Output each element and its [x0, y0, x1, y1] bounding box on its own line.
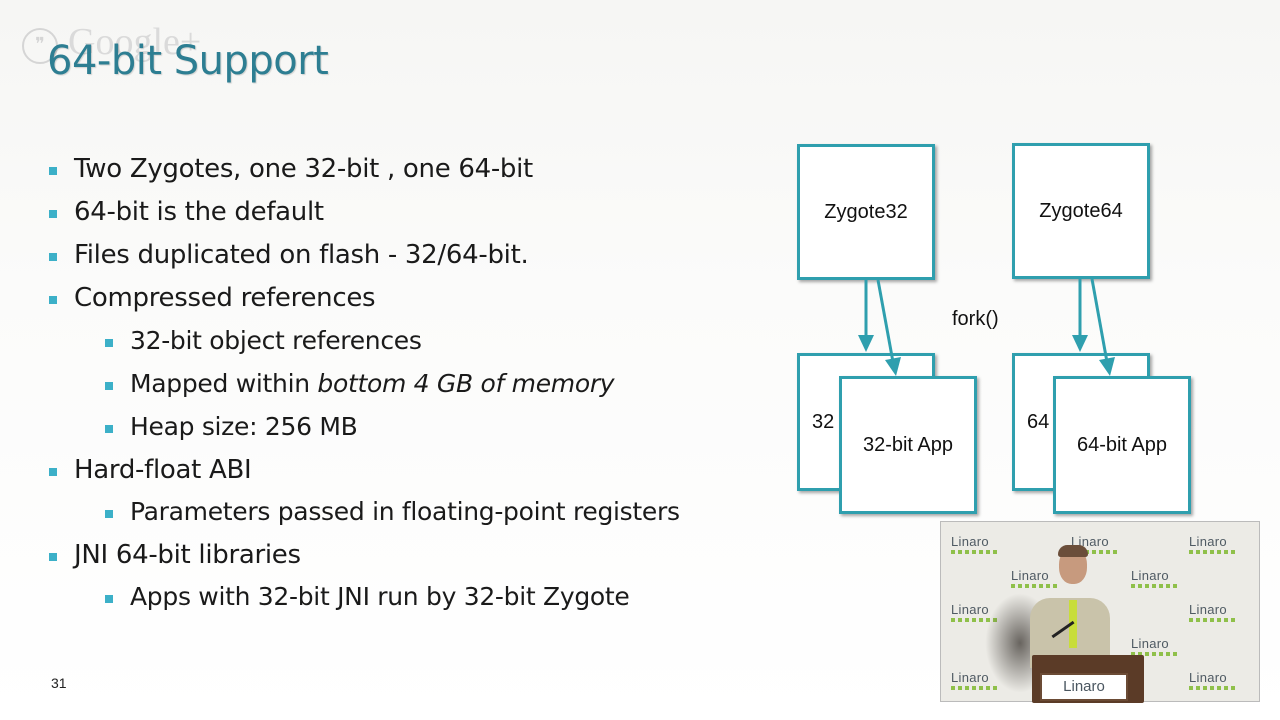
bullet-text-plain: Mapped within	[130, 369, 318, 398]
bullet-item: Two Zygotes, one 32-bit , one 64-bit	[49, 154, 533, 184]
arrowhead-zygote64-down	[1072, 335, 1088, 352]
app64-box: 64-bit App	[1053, 376, 1191, 514]
bullet-item: 64-bit is the default	[49, 197, 324, 227]
sub-bullet-item: Mapped within bottom 4 GB of memory	[104, 369, 615, 398]
backdrop-logo: Linaro	[1131, 636, 1179, 656]
process32-back-label: 32	[812, 410, 835, 433]
fork-label: fork()	[952, 308, 999, 330]
arrow-zygote32-fork	[876, 279, 895, 363]
backdrop-logo: Linaro	[951, 670, 999, 690]
bullet-item: JNI 64-bit libraries	[49, 540, 301, 570]
bullet-item: Files duplicated on flash - 32/64-bit.	[48, 240, 529, 270]
backdrop-logo: Linaro	[1189, 602, 1237, 622]
bullet-item: Hard-float ABI	[48, 455, 252, 485]
podium-sign: Linaro	[1040, 673, 1128, 701]
zygote32-box: Zygote32	[797, 144, 935, 280]
backdrop-logo: Linaro	[1131, 568, 1179, 588]
speaker-hair	[1058, 545, 1088, 557]
slide-number: 31	[51, 675, 67, 691]
zygote-diagram: Zygote32 Zygote64 fork() 32 64 32-bit Ap…	[780, 130, 1220, 530]
arrow-zygote64-fork	[1090, 278, 1109, 363]
sub-bullet-item: 32-bit object references	[105, 326, 422, 355]
bullet-item: Compressed references	[48, 283, 376, 313]
backdrop-logo: Linaro	[1189, 534, 1237, 554]
sub-bullet-item: Apps with 32-bit JNI run by 32-bit Zygot…	[104, 582, 630, 611]
bullet-list: Two Zygotes, one 32-bit , one 64-bit 64-…	[0, 0, 760, 720]
backdrop-logo: Linaro	[1189, 670, 1237, 690]
backdrop-logo: Linaro	[951, 602, 999, 622]
process64-back-label: 64	[1027, 410, 1050, 433]
sub-bullet-item: Parameters passed in floating-point regi…	[105, 497, 680, 526]
backdrop-logo: Linaro	[951, 534, 999, 554]
app32-box: 32-bit App	[839, 376, 977, 514]
backdrop-logo: Linaro	[1011, 568, 1059, 588]
sub-bullet-item: Heap size: 256 MB	[104, 412, 358, 441]
arrowhead-zygote32-down	[858, 335, 874, 352]
zygote64-box: Zygote64	[1012, 143, 1150, 279]
bullet-text-italic: bottom 4 GB of memory	[317, 369, 615, 398]
